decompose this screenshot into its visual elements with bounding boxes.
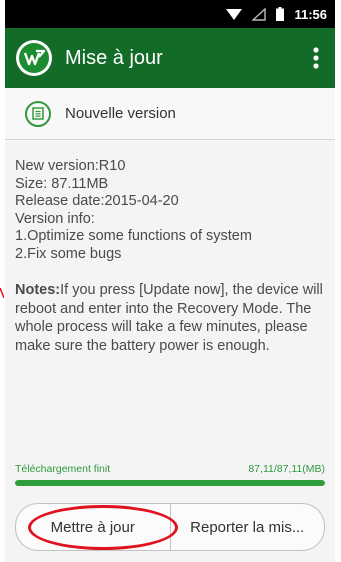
detail-release-date: Release date:2015-04-20	[15, 193, 179, 209]
notes-label: Notes:	[15, 282, 61, 298]
signal-icon	[252, 7, 267, 21]
download-size: 87,11/87,11(MB)	[248, 463, 325, 475]
app-bar: Mise à jour	[5, 28, 335, 88]
app-logo-icon	[16, 40, 52, 76]
app-title: Mise à jour	[65, 46, 163, 69]
postpone-update-button[interactable]: Reporter la mis...	[169, 504, 325, 550]
download-progress-bar	[15, 480, 325, 486]
new-version-header: Nouvelle version	[5, 88, 335, 140]
download-progress-fill	[15, 480, 325, 486]
notes-text: If you press [Update now], the device wi…	[15, 282, 323, 354]
download-status-row: Téléchargement finit 87,11/87,11(MB)	[15, 463, 325, 475]
detail-version: New version:R10	[15, 158, 126, 174]
detail-size: Size: 87.11MB	[15, 175, 109, 192]
download-status: Téléchargement finit	[15, 463, 111, 475]
notes-paragraph: Notes:If you press [Update now], the dev…	[5, 281, 335, 355]
new-version-label: Nouvelle version	[65, 105, 176, 122]
battery-icon	[276, 7, 285, 21]
version-details: New version:R10 Size: 87.11MB Release da…	[5, 140, 335, 263]
overflow-menu-icon[interactable]	[297, 38, 335, 78]
status-bar: 11:56	[5, 0, 335, 28]
detail-info-item: 1.Optimize some functions of system	[15, 228, 252, 244]
status-time: 11:56	[294, 6, 327, 22]
wifi-icon	[226, 8, 243, 21]
detail-info-item: 2.Fix some bugs	[15, 245, 122, 262]
annotation-mark	[0, 285, 5, 299]
screen: 11:56 Mise à jour Nouvelle version New v…	[0, 0, 341, 562]
action-buttons: Mettre à jour Reporter la mis...	[15, 503, 325, 551]
detail-version-info-heading: Version info:	[15, 210, 95, 227]
phone-screen: 11:56 Mise à jour Nouvelle version New v…	[5, 0, 335, 562]
update-now-button[interactable]: Mettre à jour	[16, 504, 170, 550]
document-icon	[25, 100, 51, 127]
